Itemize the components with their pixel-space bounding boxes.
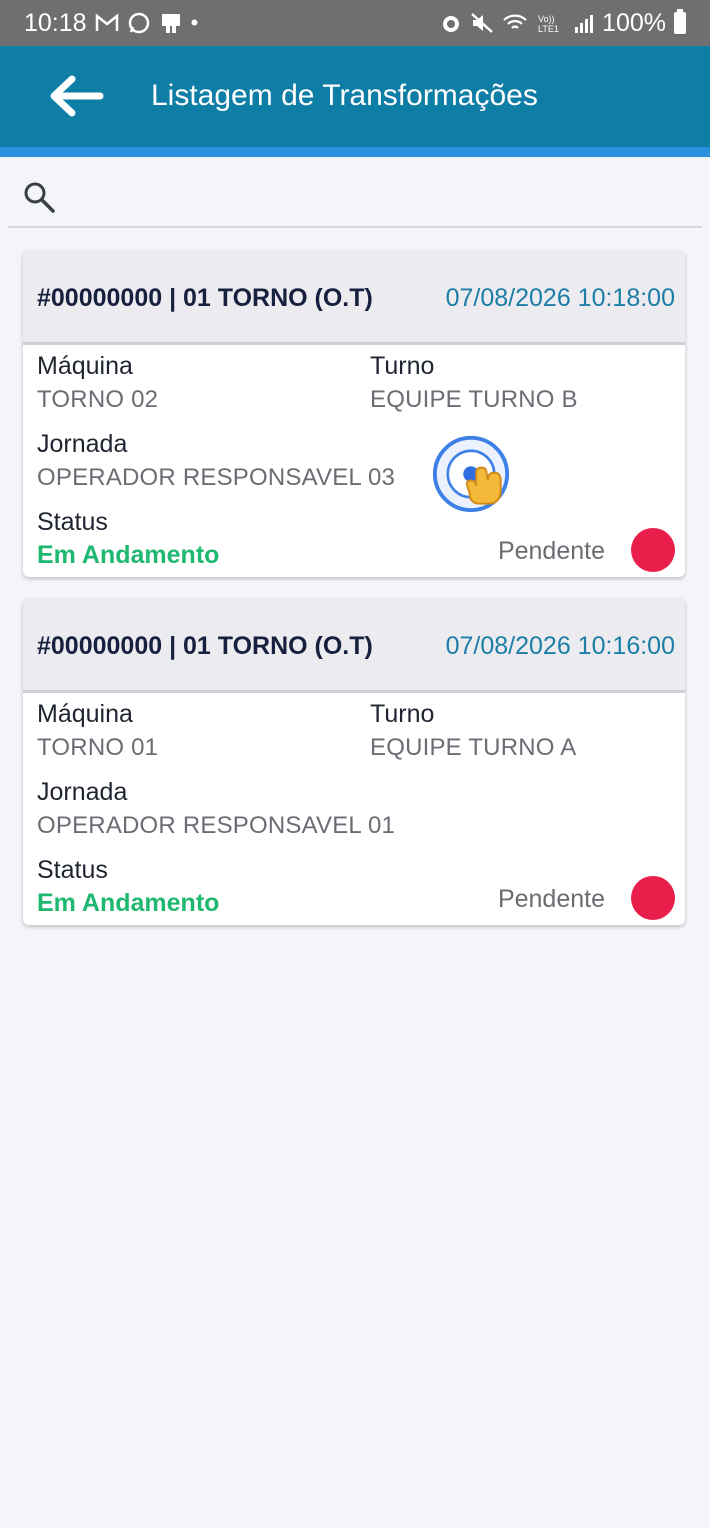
status-time: 10:18 bbox=[24, 8, 87, 37]
card-code: #00000000 | 01 TORNO (O.T) bbox=[37, 632, 373, 660]
pending-label: Pendente bbox=[497, 537, 605, 565]
transformation-card[interactable]: #00000000 | 01 TORNO (O.T) 07/08/2026 10… bbox=[23, 250, 685, 577]
shift-value: EQUIPE TURNO B bbox=[370, 386, 578, 413]
app-bar-accent bbox=[0, 147, 710, 157]
battery-icon bbox=[674, 9, 686, 34]
back-button[interactable] bbox=[44, 74, 106, 118]
back-arrow-icon bbox=[50, 75, 104, 117]
machine-value: TORNO 02 bbox=[37, 386, 159, 413]
journey-label: Jornada bbox=[37, 430, 128, 458]
battery-percent: 100% bbox=[602, 8, 666, 37]
wifi-icon bbox=[503, 14, 527, 29]
status-label: Status bbox=[37, 856, 108, 884]
journey-value: OPERADOR RESPONSAVEL 03 bbox=[37, 464, 396, 491]
machine-value: TORNO 01 bbox=[37, 734, 159, 761]
volte-icon: Vo))LTE1 bbox=[538, 14, 559, 34]
status-bar: 10:18 • Vo)) LTE1 100% bbox=[0, 0, 710, 46]
journey-value: OPERADOR RESPONSAVEL 01 bbox=[37, 812, 396, 839]
pending-label: Pendente bbox=[497, 885, 605, 913]
mute-icon bbox=[471, 13, 493, 33]
status-bar-right: Vo)) LTE1 100% bbox=[440, 9, 686, 38]
pending-indicator bbox=[631, 528, 675, 572]
gmail-icon bbox=[95, 13, 118, 31]
journey-label: Jornada bbox=[37, 778, 128, 806]
signal-icon bbox=[575, 15, 594, 33]
status-label: Status bbox=[37, 508, 108, 536]
svg-text:LTE1: LTE1 bbox=[538, 24, 559, 34]
whatsapp-icon bbox=[128, 12, 149, 34]
card-datetime: 07/08/2026 10:18:00 bbox=[445, 284, 675, 312]
card-header: #00000000 | 01 TORNO (O.T) 07/08/2026 10… bbox=[23, 250, 685, 345]
svg-text:Vo)): Vo)) bbox=[538, 14, 555, 24]
dot-icon: • bbox=[190, 10, 199, 35]
shift-label: Turno bbox=[370, 352, 435, 380]
shift-value: EQUIPE TURNO A bbox=[370, 734, 577, 761]
machine-label: Máquina bbox=[37, 700, 133, 728]
card-code: #00000000 | 01 TORNO (O.T) bbox=[37, 284, 373, 312]
status-value: Em Andamento bbox=[37, 889, 220, 917]
shift-label: Turno bbox=[370, 700, 435, 728]
app-icon bbox=[161, 14, 180, 33]
touch-indicator-icon bbox=[432, 435, 510, 513]
status-value: Em Andamento bbox=[37, 541, 220, 569]
card-datetime: 07/08/2026 10:16:00 bbox=[445, 632, 675, 660]
transformation-card[interactable]: #00000000 | 01 TORNO (O.T) 07/08/2026 10… bbox=[23, 598, 685, 925]
machine-label: Máquina bbox=[37, 352, 133, 380]
search-icon[interactable] bbox=[22, 180, 56, 214]
status-bar-left: 10:18 • bbox=[24, 9, 198, 38]
pending-indicator bbox=[631, 876, 675, 920]
search-bar[interactable] bbox=[8, 170, 702, 228]
card-header: #00000000 | 01 TORNO (O.T) 07/08/2026 10… bbox=[23, 598, 685, 693]
alarm-icon bbox=[443, 16, 460, 32]
page-title: Listagem de Transformações bbox=[151, 79, 538, 112]
search-input[interactable] bbox=[72, 176, 696, 218]
